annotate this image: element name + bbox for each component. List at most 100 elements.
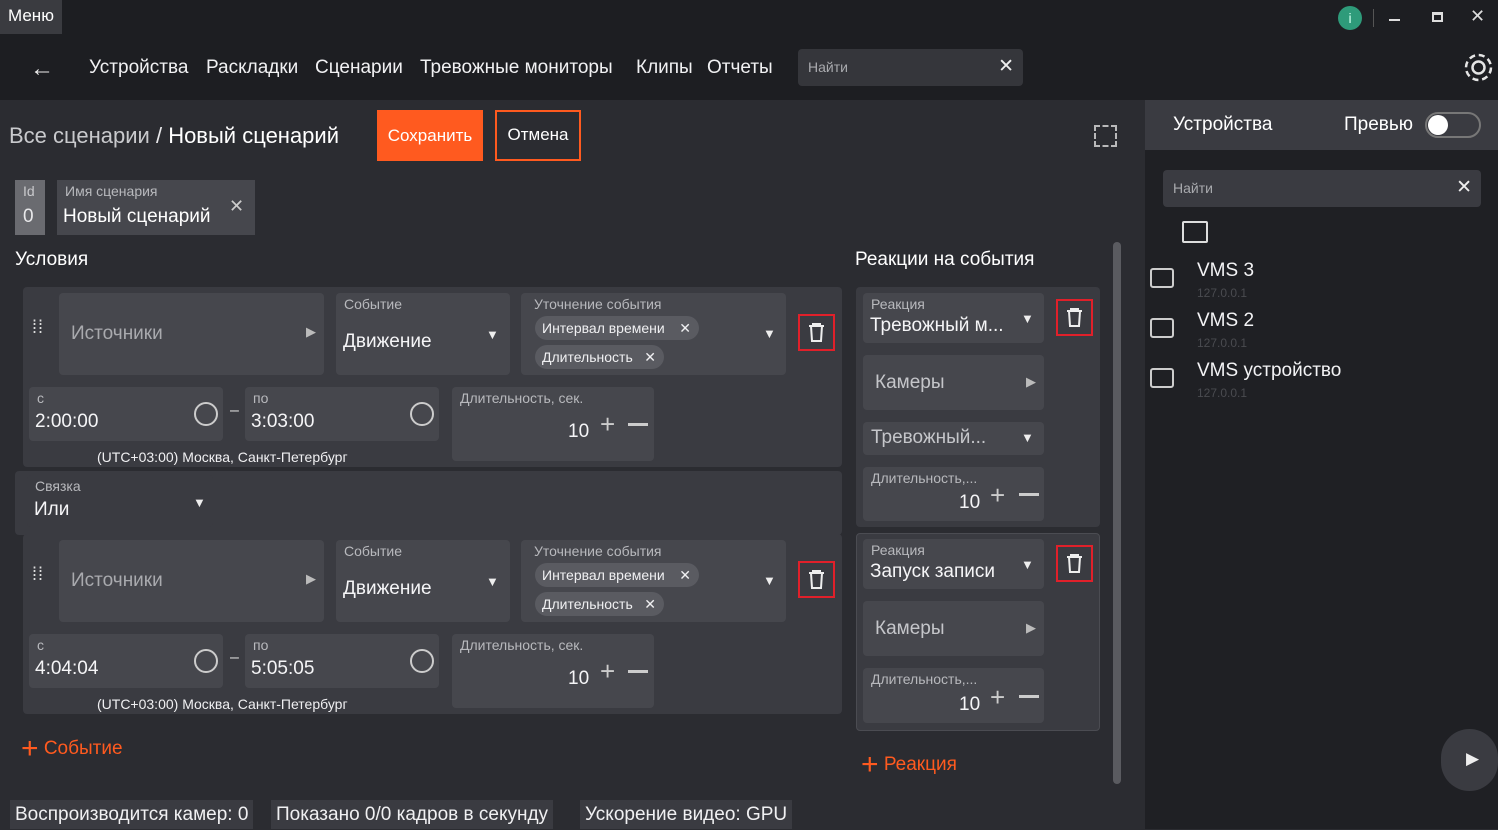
cameras-selector[interactable]: Камеры ▶ bbox=[863, 601, 1044, 656]
chevron-down-icon: ▼ bbox=[486, 327, 499, 342]
reaction-type-select[interactable]: Реакция Тревожный м... ▼ bbox=[863, 293, 1044, 343]
clear-search-icon[interactable]: ✕ bbox=[1456, 176, 1472, 199]
device-name[interactable]: VMS 2 bbox=[1197, 310, 1254, 332]
nav-layouts[interactable]: Раскладки bbox=[206, 57, 298, 79]
device-name[interactable]: VMS устройство bbox=[1197, 360, 1341, 382]
plus-icon[interactable]: + bbox=[600, 409, 615, 440]
chip-duration[interactable]: Длительность ✕ bbox=[535, 345, 664, 369]
device-name[interactable]: VMS 3 bbox=[1197, 260, 1254, 282]
add-reaction-button[interactable]: + Реакция bbox=[861, 750, 957, 780]
alarm-monitor-value: Тревожный... bbox=[871, 427, 987, 448]
add-reaction-label: Реакция bbox=[883, 754, 957, 775]
nav-clips[interactable]: Клипы bbox=[636, 57, 693, 79]
scrollbar[interactable] bbox=[1113, 242, 1121, 784]
drag-handle-icon[interactable]: ⁞⁞ bbox=[32, 565, 44, 583]
maximize-icon[interactable] bbox=[1432, 12, 1443, 22]
minus-icon[interactable] bbox=[1019, 493, 1039, 496]
menu-button[interactable]: Меню bbox=[0, 0, 62, 34]
clear-search-icon[interactable]: ✕ bbox=[998, 55, 1014, 78]
nav-reports[interactable]: Отчеты bbox=[707, 57, 773, 79]
clock-icon[interactable] bbox=[410, 402, 434, 426]
reaction-type-select[interactable]: Реакция Запуск записи ▼ bbox=[863, 539, 1044, 589]
save-button[interactable]: Сохранить bbox=[377, 110, 483, 161]
time-to-field[interactable]: по 5:05:05 bbox=[245, 634, 439, 688]
chip-time-interval[interactable]: Интервал времени ✕ bbox=[535, 316, 699, 340]
clock-icon[interactable] bbox=[410, 649, 434, 673]
add-event-button[interactable]: + Событие bbox=[21, 734, 123, 764]
close-window-icon[interactable]: ✕ bbox=[1470, 6, 1485, 27]
to-label: по bbox=[253, 390, 269, 406]
scenario-name-field[interactable]: Имя сценария Новый сценарий ✕ bbox=[57, 180, 255, 235]
minus-icon[interactable] bbox=[628, 670, 648, 673]
plus-icon[interactable]: + bbox=[600, 656, 615, 687]
chip-duration[interactable]: Длительность ✕ bbox=[535, 592, 664, 616]
expand-panel-button[interactable]: ▶ bbox=[1441, 729, 1498, 791]
event-select[interactable]: Событие Движение ▼ bbox=[336, 540, 510, 622]
chip-time-interval[interactable]: Интервал времени ✕ bbox=[535, 563, 699, 587]
clock-icon[interactable] bbox=[194, 649, 218, 673]
duration-label: Длительность, сек. bbox=[460, 390, 584, 406]
nav-scenarios[interactable]: Сценарии bbox=[315, 57, 403, 79]
nav-devices[interactable]: Устройства bbox=[89, 57, 188, 79]
clear-name-icon[interactable]: ✕ bbox=[229, 196, 244, 217]
add-event-label: Событие bbox=[43, 738, 123, 759]
chip-label: Интервал времени bbox=[542, 320, 665, 336]
breadcrumb-separator: / bbox=[155, 123, 163, 148]
top-search-input[interactable]: Найти ✕ bbox=[798, 49, 1023, 86]
device-group-icon[interactable] bbox=[1182, 221, 1208, 243]
name-label: Имя сценария bbox=[65, 183, 158, 199]
fullscreen-icon[interactable] bbox=[1094, 125, 1117, 147]
duration-stepper[interactable]: Длительность, сек. 10 + bbox=[452, 387, 654, 461]
play-arrow-icon: ▶ bbox=[1466, 749, 1480, 768]
plus-icon[interactable]: + bbox=[990, 682, 1005, 713]
nav-alarm-monitors[interactable]: Тревожные мониторы bbox=[420, 57, 613, 79]
minus-icon[interactable] bbox=[1019, 695, 1039, 698]
tab-devices[interactable]: Устройства bbox=[1173, 114, 1272, 136]
delete-condition-button[interactable] bbox=[798, 314, 835, 351]
settings-gear-icon[interactable] bbox=[1462, 51, 1495, 84]
chip-remove-icon[interactable]: ✕ bbox=[679, 316, 691, 340]
sources-selector[interactable]: Источники ▶ bbox=[59, 540, 324, 622]
reaction-duration-stepper[interactable]: Длительность,... 10 + bbox=[863, 467, 1044, 521]
plus-icon[interactable]: + bbox=[990, 480, 1005, 511]
timezone-label: (UTC+03:00) Москва, Санкт-Петербург bbox=[97, 449, 348, 465]
trash-icon bbox=[1067, 308, 1082, 327]
delete-reaction-button[interactable] bbox=[1056, 545, 1093, 582]
duration-label: Длительность,... bbox=[871, 470, 978, 486]
delete-reaction-button[interactable] bbox=[1056, 299, 1093, 336]
back-arrow-icon[interactable]: ← bbox=[30, 55, 54, 83]
cancel-button[interactable]: Отмена bbox=[495, 110, 581, 161]
minimize-icon[interactable] bbox=[1389, 19, 1400, 21]
info-icon[interactable]: i bbox=[1338, 6, 1362, 30]
link-select[interactable]: Связка Или ▼ bbox=[27, 475, 213, 527]
chip-remove-icon[interactable]: ✕ bbox=[644, 592, 656, 616]
delete-condition-button[interactable] bbox=[798, 561, 835, 598]
preview-toggle[interactable] bbox=[1425, 112, 1481, 138]
chip-remove-icon[interactable]: ✕ bbox=[679, 563, 691, 587]
cameras-selector[interactable]: Камеры ▶ bbox=[863, 355, 1044, 410]
clock-icon[interactable] bbox=[194, 402, 218, 426]
status-acceleration: Ускорение видео: GPU bbox=[580, 800, 793, 829]
time-to-field[interactable]: по 3:03:00 bbox=[245, 387, 439, 441]
drag-handle-icon[interactable]: ⁞⁞ bbox=[32, 318, 44, 336]
time-from-field[interactable]: с 4:04:04 bbox=[29, 634, 223, 688]
trash-icon bbox=[1067, 554, 1082, 573]
device-search-input[interactable]: Найти ✕ bbox=[1163, 170, 1481, 207]
toggle-knob bbox=[1428, 115, 1448, 135]
to-value: 5:05:05 bbox=[251, 658, 315, 679]
server-icon bbox=[1150, 318, 1174, 338]
from-label: с bbox=[37, 637, 44, 653]
server-icon bbox=[1150, 268, 1174, 288]
alarm-monitor-select[interactable]: Тревожный... ▼ bbox=[863, 422, 1044, 455]
breadcrumb-root[interactable]: Все сценарии bbox=[9, 123, 150, 148]
time-from-field[interactable]: с 2:00:00 bbox=[29, 387, 223, 441]
plus-icon: + bbox=[21, 732, 39, 765]
server-icon bbox=[1150, 368, 1174, 388]
chevron-down-icon: ▼ bbox=[763, 326, 776, 341]
minus-icon[interactable] bbox=[628, 423, 648, 426]
reaction-duration-stepper[interactable]: Длительность,... 10 + bbox=[863, 668, 1044, 723]
duration-stepper[interactable]: Длительность, сек. 10 + bbox=[452, 634, 654, 708]
chip-remove-icon[interactable]: ✕ bbox=[644, 345, 656, 369]
event-select[interactable]: Событие Движение ▼ bbox=[336, 293, 510, 375]
sources-selector[interactable]: Источники ▶ bbox=[59, 293, 324, 375]
